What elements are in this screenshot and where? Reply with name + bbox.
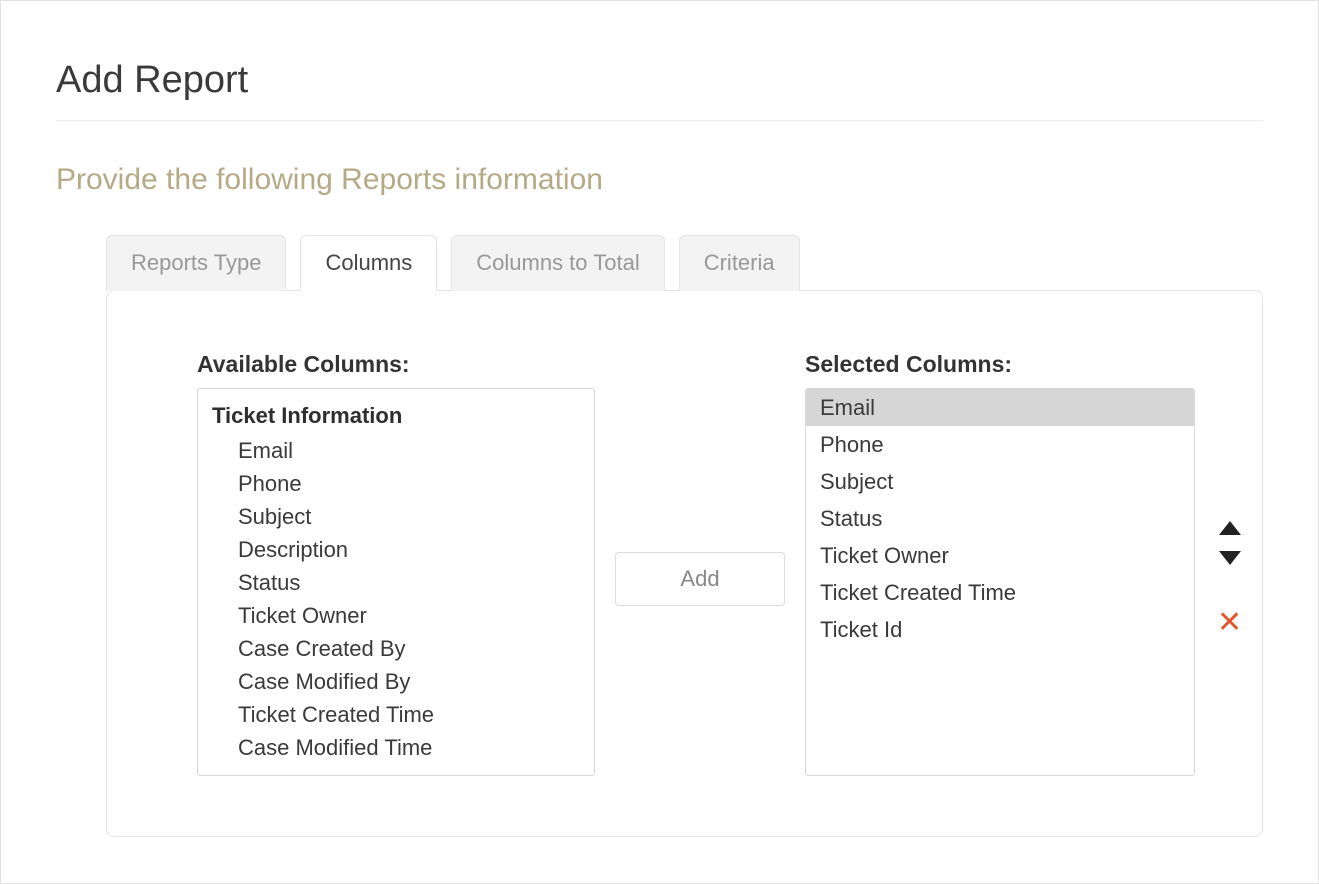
selected-item[interactable]: Email — [806, 389, 1194, 426]
available-item[interactable]: Ticket Owner — [212, 599, 580, 632]
tab-panel-columns: Available Columns: Ticket Information Em… — [106, 290, 1263, 837]
divider — [56, 120, 1263, 121]
move-down-button[interactable] — [1216, 548, 1244, 568]
available-item[interactable]: Case Created By — [212, 632, 580, 665]
available-item[interactable]: Case Modified Time — [212, 731, 580, 764]
page-subheading: Provide the following Reports informatio… — [56, 163, 1263, 197]
selected-item[interactable]: Subject — [806, 463, 1194, 500]
tab-bar: Reports Type Columns Columns to Total Cr… — [106, 235, 1263, 291]
tab-criteria[interactable]: Criteria — [679, 235, 800, 291]
move-up-button[interactable] — [1216, 518, 1244, 538]
selected-item[interactable]: Ticket Created Time — [806, 574, 1194, 611]
list-group-header: Ticket Information — [212, 399, 580, 432]
selected-item[interactable]: Status — [806, 500, 1194, 537]
remove-button[interactable]: ✕ — [1215, 606, 1244, 640]
available-item[interactable]: Description — [212, 533, 580, 566]
triangle-down-icon — [1218, 550, 1242, 566]
available-item[interactable]: Email — [212, 434, 580, 467]
tab-columns-to-total[interactable]: Columns to Total — [451, 235, 664, 291]
selected-item[interactable]: Phone — [806, 426, 1194, 463]
add-button[interactable]: Add — [615, 552, 785, 606]
available-item[interactable]: Phone — [212, 467, 580, 500]
available-columns-list[interactable]: Ticket Information Email Phone Subject D… — [197, 388, 595, 776]
available-item[interactable]: Ticket Created Time — [212, 698, 580, 731]
available-item[interactable]: Status — [212, 566, 580, 599]
selected-columns-label: Selected Columns: — [805, 351, 1195, 378]
selected-item[interactable]: Ticket Id — [806, 611, 1194, 648]
available-item[interactable]: Case Modified By — [212, 665, 580, 698]
selected-item[interactable]: Ticket Owner — [806, 537, 1194, 574]
close-icon: ✕ — [1217, 606, 1242, 639]
page-title: Add Report — [56, 59, 1263, 102]
available-item[interactable]: Subject — [212, 500, 580, 533]
tab-reports-type[interactable]: Reports Type — [106, 235, 286, 291]
triangle-up-icon — [1218, 520, 1242, 536]
selected-columns-list[interactable]: Email Phone Subject Status Ticket Owner … — [805, 388, 1195, 776]
available-columns-label: Available Columns: — [197, 351, 595, 378]
tab-columns[interactable]: Columns — [300, 235, 437, 291]
